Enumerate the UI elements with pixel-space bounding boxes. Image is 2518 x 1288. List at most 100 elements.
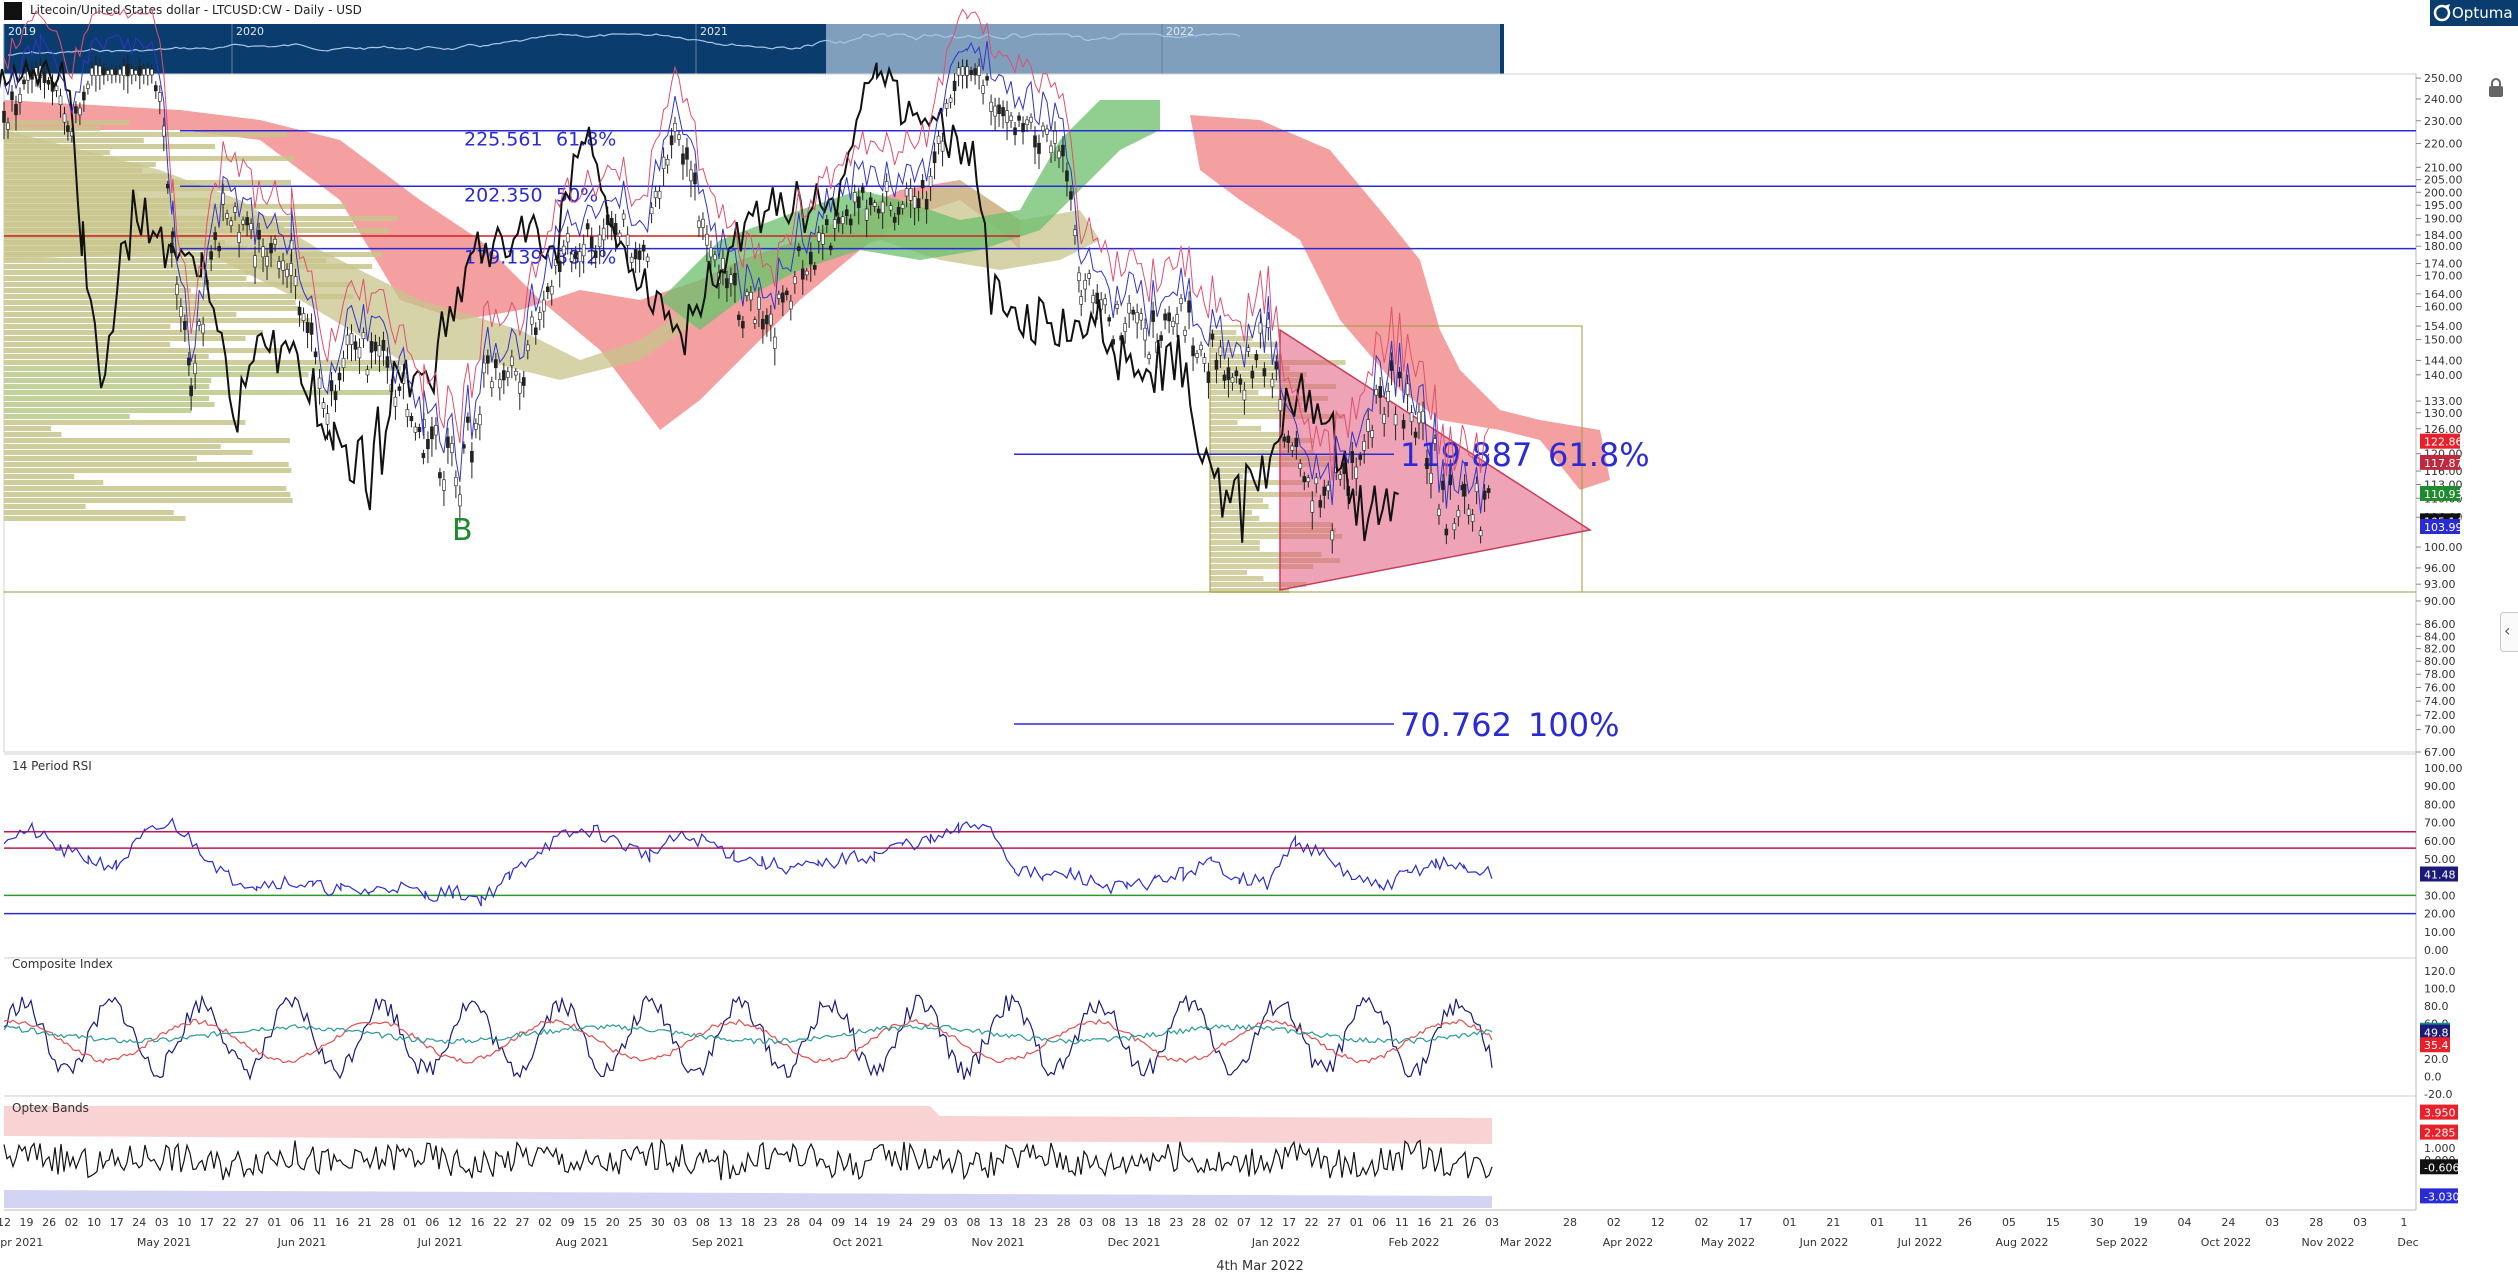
time-day-label: 18 <box>1147 1216 1161 1229</box>
candle-body <box>789 300 793 310</box>
time-day-label: 09 <box>831 1216 845 1229</box>
composite-badge-label: 35.4 <box>2424 1039 2449 1052</box>
volume-profile-bar <box>4 318 311 323</box>
time-future-day-label: 03 <box>2353 1216 2367 1229</box>
candle-body <box>677 134 681 140</box>
time-day-label: 28 <box>1057 1216 1071 1229</box>
candle-body <box>506 371 510 378</box>
candle-body <box>1302 476 1307 483</box>
candle-body <box>533 327 538 335</box>
time-day-label: 19 <box>20 1216 34 1229</box>
composite-tick-label: -20.0 <box>2424 1088 2452 1101</box>
candle-body <box>1135 312 1139 324</box>
time-day-label: 10 <box>87 1216 101 1229</box>
candle-body <box>545 286 550 293</box>
candle-body <box>1437 508 1441 516</box>
candle-body <box>800 268 805 280</box>
navigator-window[interactable] <box>826 24 1500 74</box>
candle-body <box>593 250 598 258</box>
candle-body <box>900 204 905 209</box>
time-day-label: 08 <box>1102 1216 1116 1229</box>
candle-body <box>309 322 314 335</box>
navigator-year-label: 2020 <box>236 25 264 38</box>
candle-body <box>713 254 717 261</box>
candle-body <box>673 123 677 132</box>
time-day-label: 07 <box>1237 1216 1251 1229</box>
rsi-tick-label: 60.00 <box>2424 835 2456 848</box>
candle-body <box>733 272 737 286</box>
candle-body <box>413 426 418 433</box>
candle-body <box>661 156 666 169</box>
candle-body <box>1409 412 1414 422</box>
candle-body <box>765 315 769 325</box>
rsi-badge-label: 41.48 <box>2424 869 2456 882</box>
optex-badge-label: 3.950 <box>2424 1107 2456 1120</box>
candle-body <box>325 413 330 425</box>
price-badge-label: 110.93 <box>2424 488 2463 501</box>
volume-profile-bar <box>4 222 355 227</box>
time-day-label: 27 <box>516 1216 530 1229</box>
candle-body <box>10 91 14 101</box>
candle-body <box>321 402 326 409</box>
candle-body <box>824 219 829 226</box>
time-day-label: 12 <box>1260 1216 1274 1229</box>
candle-body <box>1486 488 1491 493</box>
candle-body <box>641 244 646 252</box>
candle-body <box>565 233 570 243</box>
candle-body <box>1378 386 1382 398</box>
volume-profile-bar <box>4 216 398 221</box>
time-future-day-label: 28 <box>2309 1216 2323 1229</box>
candle-body <box>78 107 82 116</box>
candle-body <box>313 351 318 358</box>
candle-body <box>62 113 67 123</box>
candle-body <box>577 251 582 263</box>
candle-body <box>601 227 606 241</box>
current-date-label: 4th Mar 2022 <box>1216 1259 1303 1274</box>
time-day-label: 27 <box>245 1216 259 1229</box>
price-tick-label: 78.00 <box>2424 668 2456 681</box>
time-future-day-label: 11 <box>1914 1216 1928 1229</box>
candle-body <box>510 356 514 366</box>
candle-body <box>884 181 889 192</box>
price-tick-label: 250.00 <box>2424 72 2463 85</box>
price-tick-label: 86.00 <box>2424 618 2456 631</box>
time-day-label: 03 <box>1079 1216 1093 1229</box>
candle-body <box>130 68 134 76</box>
candle-body <box>1482 490 1487 500</box>
time-day-label: 02 <box>65 1216 79 1229</box>
candle-body <box>745 291 749 296</box>
candle-body <box>1298 463 1303 469</box>
candle-body <box>1187 300 1191 313</box>
collapse-panel-button[interactable]: ‹ <box>2500 612 2518 652</box>
candle-body <box>430 426 434 440</box>
candle-body <box>1191 345 1195 357</box>
price-tick-label: 100.00 <box>2424 541 2463 554</box>
candle-body <box>1374 389 1378 396</box>
price-tick-label: 96.00 <box>2424 562 2456 575</box>
composite-tick-label: 120.0 <box>2424 965 2456 978</box>
time-day-label: 02 <box>538 1216 552 1229</box>
price-tick-label: 190.00 <box>2424 213 2463 226</box>
candle-body <box>1139 313 1143 321</box>
price-tick-label: 210.00 <box>2424 161 2463 174</box>
time-day-label: 03 <box>155 1216 169 1229</box>
candle-body <box>785 290 789 296</box>
candle-body <box>997 104 1001 114</box>
window-menu-icon[interactable] <box>4 2 22 20</box>
optex-panel-title: Optex Bands <box>12 1101 89 1115</box>
time-day-label: 11 <box>1395 1216 1409 1229</box>
candle-body <box>1123 323 1127 332</box>
composite-tick-label: 100.0 <box>2424 982 2456 995</box>
lock-icon[interactable] <box>2484 76 2508 100</box>
candle-body <box>812 265 817 270</box>
chart-workspace: Litecoin/United States dollar - LTCUSD:C… <box>0 0 2518 1284</box>
candle-body <box>629 256 634 263</box>
candle-body <box>705 233 709 246</box>
chart-canvas[interactable]: Litecoin/United States dollar - LTCUSD:C… <box>0 0 2518 1284</box>
volume-profile-bar <box>4 348 282 353</box>
price-tick-label: 84.00 <box>2424 630 2456 643</box>
volume-profile-bar <box>4 366 402 371</box>
rsi-tick-label: 0.00 <box>2424 944 2449 957</box>
time-day-label: 22 <box>1305 1216 1319 1229</box>
candle-body <box>860 187 865 193</box>
